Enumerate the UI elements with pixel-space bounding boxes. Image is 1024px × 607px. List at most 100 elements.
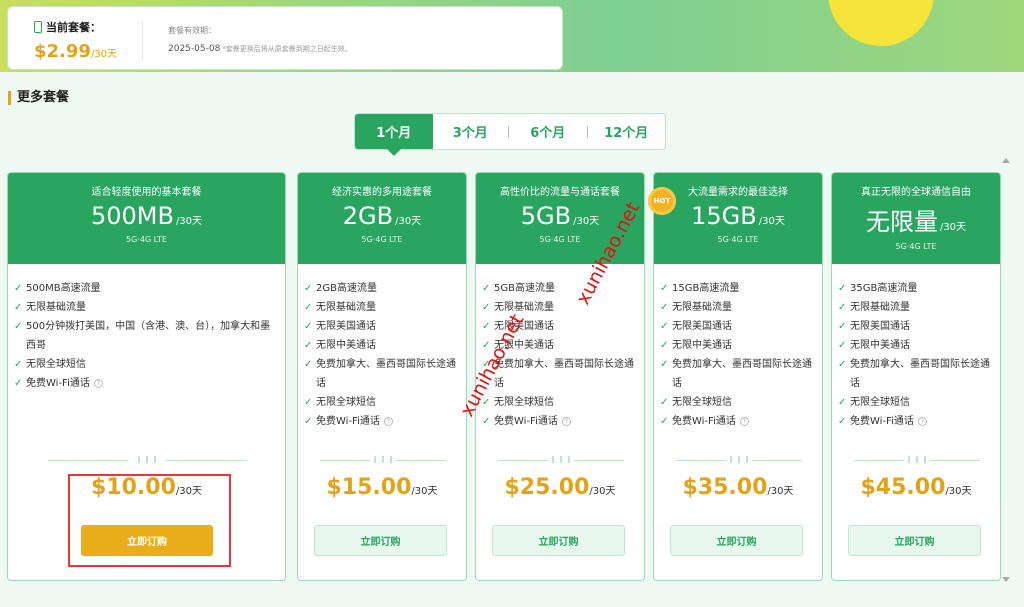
list-item: ✓ 免费Wi-Fi通话? [660,412,816,431]
plan-header: 真正无限的全球通信自由 无限量/30天 5G·4G LTE [832,173,1000,264]
help-icon[interactable]: ? [383,417,393,426]
check-icon: ✓ [838,397,847,408]
check-icon: ✓ [838,416,847,427]
check-icon: ✓ [14,321,23,332]
feature-list: ✓ 35GB高速流量 ✓ 无限基础流量 ✓ 无限美国通话 ✓ 无限中美通话 ✓ 免费加拿大… [832,264,1000,431]
check-icon: ✓ [660,359,669,370]
help-icon[interactable]: ? [917,417,927,426]
list-item: ✓ 无限全球短信 [304,393,460,412]
divider-line [930,460,980,461]
current-plan-divider [142,21,143,61]
help-icon[interactable]: ? [561,417,571,426]
subscribe-button[interactable]: 立即订购 [848,525,981,556]
check-icon: ✓ [838,340,847,351]
list-item: ✓ 5GB高速流量 [482,279,638,298]
check-icon: ✓ [660,397,669,408]
list-item: ✓ 无限基础流量 [482,298,638,317]
plan-subtitle: 高性价比的流量与通话套餐 [500,187,620,198]
divider-line [498,460,548,461]
tab-6-months[interactable]: 6个月 [509,114,587,149]
duration-tabs: 1个月 3个月 6个月 12个月 [354,113,666,156]
plan-subtitle: 真正无限的全球通信自由 [861,187,971,198]
list-item: ✓ 无限中美通话 [660,336,816,355]
list-item: ✓ 35GB高速流量 [838,279,994,298]
tab-12-months[interactable]: 12个月 [588,114,666,149]
list-item: ✓ 无限全球短信 [838,393,994,412]
tab-3-months[interactable]: 3个月 [433,114,509,149]
list-item: ✓ 无限全球短信 [660,393,816,412]
scroll-up-arrow-icon[interactable] [1002,158,1010,163]
expiry-label: 套餐有效期： [168,26,216,35]
check-icon: ✓ [660,302,669,313]
check-icon: ✓ [482,283,491,294]
divider-line [48,460,128,461]
list-item: ✓ 15GB高速流量 [660,279,816,298]
divider-dots [374,456,392,463]
plan-price: $25.00/30天 [504,475,616,500]
plan-size: 500MB/30天 [90,202,203,230]
list-item: ✓ 免费Wi-Fi通话? [14,374,279,393]
help-icon[interactable]: ? [93,379,103,388]
feature-list: ✓ 500MB高速流量 ✓ 无限基础流量 ✓ 500分钟拨打美国，中国（含港、澳、台）… [8,264,285,393]
check-icon: ✓ [304,340,313,351]
plan-network: 5G·4G LTE [895,242,937,251]
list-item: ✓ 免费Wi-Fi通话? [838,412,994,431]
scroll-down-arrow-icon[interactable] [1002,577,1010,582]
plan-card-unlimited: 真正无限的全球通信自由 无限量/30天 5G·4G LTE ✓ 35GB高速流量 … [831,172,1001,581]
plan-subtitle: 大流量需求的最佳选择 [688,187,788,198]
list-item: ✓ 无限全球短信 [482,393,638,412]
current-plan-card: 当前套餐： $2.99/30天 套餐有效期： 2025-05-08 *套餐更换后将… [7,6,563,70]
divider-dots [908,456,926,463]
plan-card-15gb: 大流量需求的最佳选择 15GB/30天 5G·4G LTE ✓ 15GB高速流量 … [653,172,823,581]
list-item: ✓ 无限美国通话 [304,317,460,336]
check-icon: ✓ [660,340,669,351]
subscribe-button[interactable]: 立即订购 [314,525,447,556]
check-icon: ✓ [304,397,313,408]
check-icon: ✓ [838,302,847,313]
divider-line [320,460,370,461]
list-item: ✓ 无限基础流量 [14,298,279,317]
divider-line [676,460,726,461]
list-item: ✓ 500MB高速流量 [14,279,279,298]
check-icon: ✓ [14,283,23,294]
expiry-date: 2025-05-08 *套餐更换后将从原套餐到期之日起生效。 [168,44,352,54]
list-item: ✓ 免费加拿大、墨西哥国际长途通话 [838,355,994,393]
help-icon[interactable]: ? [739,417,749,426]
list-item: ✓ 无限基础流量 [304,298,460,317]
section-title: 更多套餐 [8,91,69,105]
divider-line [854,460,904,461]
subscribe-button[interactable]: 立即订购 [670,525,803,556]
plan-price: $15.00/30天 [326,475,438,500]
highlight-box [68,474,231,567]
check-icon: ✓ [660,416,669,427]
scrollbar[interactable] [1001,156,1011,584]
tab-1-month[interactable]: 1个月 [355,114,433,156]
check-icon: ✓ [304,283,313,294]
check-icon: ✓ [14,302,23,313]
check-icon: ✓ [838,321,847,332]
plan-header: 适合轻度使用的基本套餐 500MB/30天 5G·4G LTE [8,173,285,264]
divider-line [752,460,802,461]
hot-badge: HOT [648,187,676,215]
list-item: ✓ 无限基础流量 [660,298,816,317]
check-icon: ✓ [304,302,313,313]
divider-line [396,460,446,461]
plan-network: 5G·4G LTE [361,235,403,244]
check-icon: ✓ [660,321,669,332]
feature-list: ✓ 2GB高速流量 ✓ 无限基础流量 ✓ 无限美国通话 ✓ 无限中美通话 ✓ 免费加拿大、… [298,264,466,431]
divider-line [574,460,624,461]
divider-dots [138,456,156,463]
check-icon: ✓ [304,359,313,370]
subscribe-button[interactable]: 立即订购 [492,525,625,556]
check-icon: ✓ [14,378,23,389]
plan-price: $35.00/30天 [682,475,794,500]
plan-size: 无限量/30天 [865,208,967,236]
list-item: ✓ 免费加拿大、墨西哥国际长途通话 [660,355,816,393]
list-item: ✓ 无限基础流量 [838,298,994,317]
check-icon: ✓ [660,283,669,294]
list-item: ✓ 无限中美通话 [838,336,994,355]
list-item: ✓ 无限中美通话 [304,336,460,355]
plan-card-2gb: 经济实惠的多用途套餐 2GB/30天 5G·4G LTE ✓ 2GB高速流量 ✓ 无… [297,172,467,581]
plan-header: 大流量需求的最佳选择 15GB/30天 5G·4G LTE [654,173,822,264]
check-icon: ✓ [304,321,313,332]
